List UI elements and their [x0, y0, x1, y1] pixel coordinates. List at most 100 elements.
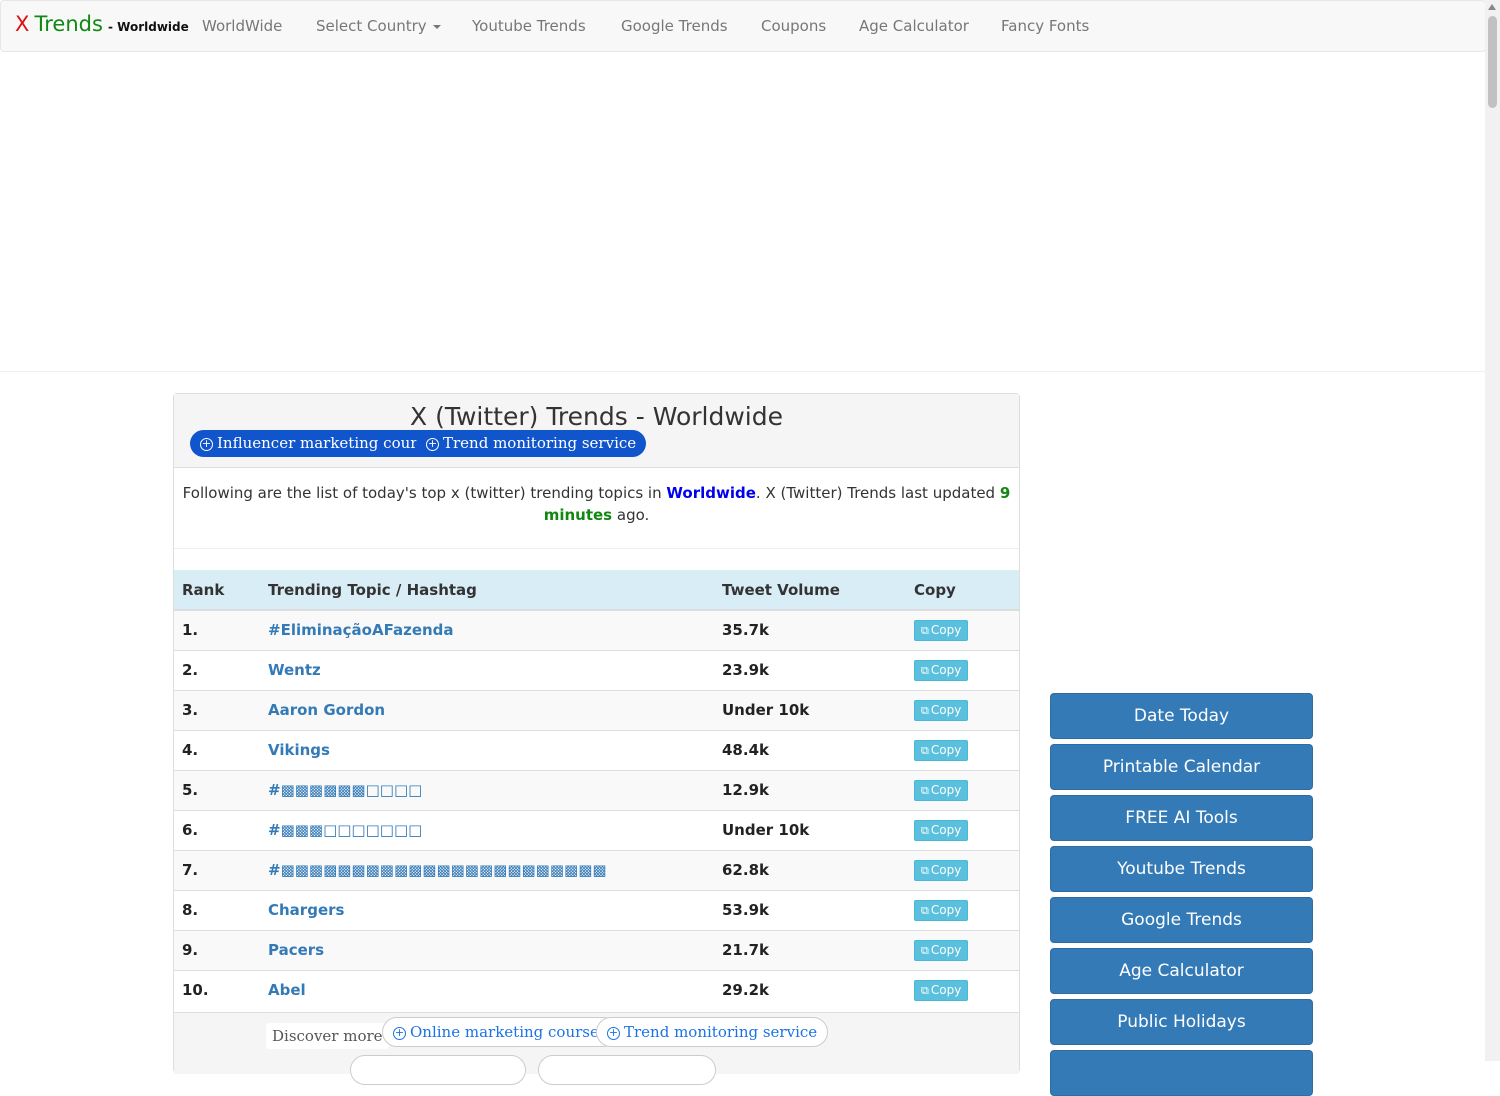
topic-link[interactable]: Wentz [260, 649, 714, 690]
nav-worldwide[interactable]: WorldWide [202, 17, 282, 35]
col-topic: Trending Topic / Hashtag [260, 570, 714, 611]
volume-cell: 53.9k [714, 889, 906, 930]
scroll-up-arrow-icon[interactable] [1488, 4, 1496, 10]
rank-cell: 4. [174, 729, 260, 770]
page-title: X (Twitter) Trends - Worldwide [410, 402, 783, 431]
intro-middle: . X (Twitter) Trends last updated [755, 484, 996, 502]
intro-text: Following are the list of today's top x … [182, 482, 1011, 526]
sidebar-printable-calendar-button[interactable]: Printable Calendar [1050, 744, 1313, 790]
discover-link-more-1[interactable] [350, 1055, 526, 1085]
sidebar-next-button[interactable] [1050, 1050, 1313, 1096]
trends-table-body: 1. #EliminaçãoAFazenda 35.7k ⧉ Copy 2. Wentz 23… [174, 609, 1019, 1010]
copy-cell: ⧉ Copy [906, 649, 1019, 690]
table-row: 6. #▩▩▩□□□□□□□ Under 10k ⧉ Copy [174, 809, 1019, 850]
trends-table: Rank Trending Topic / Hashtag Tweet Volu… [174, 570, 1019, 1010]
influencer-courses-link[interactable]: + Influencer marketing courses [190, 430, 452, 457]
volume-cell: 62.8k [714, 849, 906, 890]
copy-button[interactable]: ⧉ Copy [914, 739, 969, 761]
brand-trends: Trends [34, 12, 103, 36]
nav-google-trends[interactable]: Google Trends [621, 17, 728, 35]
copy-button[interactable]: ⧉ Copy [914, 779, 969, 801]
copy-label: Copy [930, 622, 962, 637]
copy-label: Copy [930, 742, 962, 757]
plus-circle-icon: + [426, 436, 439, 451]
topic-link[interactable]: Aaron Gordon [260, 689, 714, 730]
table-row: 2. Wentz 23.9k ⧉ Copy [174, 649, 1019, 690]
copy-button[interactable]: ⧉ Copy [914, 619, 969, 641]
copy-button[interactable]: ⧉ Copy [914, 979, 969, 1001]
sidebar-youtube-trends-button[interactable]: Youtube Trends [1050, 846, 1313, 892]
topic-link[interactable]: #EliminaçãoAFazenda [260, 609, 714, 650]
copy-cell: ⧉ Copy [906, 849, 1019, 890]
table-row: 7. #▩▩▩▩▩▩▩▩▩▩▩▩▩▩▩▩▩▩▩▩▩▩▩ 62.8k ⧉ Copy [174, 849, 1019, 890]
copy-cell: ⧉ Copy [906, 609, 1019, 650]
copy-cell: ⧉ Copy [906, 889, 1019, 930]
rank-cell: 10. [174, 969, 260, 1010]
brand-x: X [15, 12, 30, 36]
scrollbar-thumb[interactable] [1488, 16, 1497, 108]
nav-coupons[interactable]: Coupons [761, 17, 826, 35]
copy-button[interactable]: ⧉ Copy [914, 659, 969, 681]
sidebar-date-today-button[interactable]: Date Today [1050, 693, 1313, 739]
sidebar-google-trends-button[interactable]: Google Trends [1050, 897, 1313, 943]
discover-trend-monitoring-link[interactable]: + Trend monitoring service [596, 1017, 829, 1047]
copy-button[interactable]: ⧉ Copy [914, 699, 969, 721]
online-marketing-courses-label: Online marketing courses [410, 1023, 607, 1041]
table-row: 9. Pacers 21.7k ⧉ Copy [174, 929, 1019, 970]
copy-button[interactable]: ⧉ Copy [914, 899, 969, 921]
topic-link[interactable]: #▩▩▩▩▩▩□□□□ [260, 769, 714, 810]
nav-youtube-trends[interactable]: Youtube Trends [472, 17, 586, 35]
panel-header: X (Twitter) Trends - Worldwide + Influenc… [174, 394, 1019, 468]
topic-link[interactable]: Abel [260, 969, 714, 1010]
nav-select-country[interactable]: Select Country [316, 17, 441, 35]
online-marketing-courses-link[interactable]: + Online marketing courses [382, 1017, 618, 1047]
sidebar-free-ai-tools-button[interactable]: FREE AI Tools [1050, 795, 1313, 841]
copy-icon: ⧉ [921, 663, 929, 677]
trends-panel: X (Twitter) Trends - Worldwide + Influenc… [173, 393, 1020, 1085]
page-scrollbar[interactable] [1485, 0, 1500, 1061]
copy-icon: ⧉ [921, 783, 929, 797]
brand-logo[interactable]: X Trends - Worldwide [15, 12, 189, 36]
col-copy: Copy [906, 570, 1019, 611]
brand-region: - Worldwide [108, 20, 189, 34]
copy-button[interactable]: ⧉ Copy [914, 939, 969, 961]
topic-link[interactable]: Pacers [260, 929, 714, 970]
rank-cell: 2. [174, 649, 260, 690]
nav-fancy-fonts[interactable]: Fancy Fonts [1001, 17, 1089, 35]
copy-label: Copy [930, 782, 962, 797]
volume-cell: 21.7k [714, 929, 906, 970]
sidebar-age-calculator-button[interactable]: Age Calculator [1050, 948, 1313, 994]
copy-icon: ⧉ [921, 943, 929, 957]
top-navbar: X Trends - Worldwide WorldWide Select Co… [0, 0, 1486, 52]
sidebar-public-holidays-button[interactable]: Public Holidays [1050, 999, 1313, 1045]
copy-label: Copy [930, 942, 962, 957]
topic-link[interactable]: #▩▩▩□□□□□□□ [260, 809, 714, 850]
influencer-courses-label: Influencer marketing courses [217, 434, 442, 452]
copy-icon: ⧉ [921, 743, 929, 757]
volume-cell: 48.4k [714, 729, 906, 770]
copy-icon: ⧉ [921, 983, 929, 997]
topic-link[interactable]: Chargers [260, 889, 714, 930]
intro-location-link[interactable]: Worldwide [666, 484, 756, 502]
rank-cell: 3. [174, 689, 260, 730]
discover-link-more-2[interactable] [538, 1055, 716, 1085]
copy-icon: ⧉ [921, 863, 929, 877]
volume-cell: Under 10k [714, 809, 906, 850]
table-row: 5. #▩▩▩▩▩▩□□□□ 12.9k ⧉ Copy [174, 769, 1019, 810]
topic-link[interactable]: #▩▩▩▩▩▩▩▩▩▩▩▩▩▩▩▩▩▩▩▩▩▩▩ [260, 849, 714, 890]
copy-button[interactable]: ⧉ Copy [914, 859, 969, 881]
table-header-row: Rank Trending Topic / Hashtag Tweet Volu… [174, 570, 1019, 611]
copy-button[interactable]: ⧉ Copy [914, 819, 969, 841]
table-row: 3. Aaron Gordon Under 10k ⧉ Copy [174, 689, 1019, 730]
nav-age-calculator[interactable]: Age Calculator [859, 17, 969, 35]
plus-circle-icon: + [607, 1025, 620, 1040]
copy-icon: ⧉ [921, 623, 929, 637]
copy-icon: ⧉ [921, 703, 929, 717]
volume-cell: 29.2k [714, 969, 906, 1010]
topic-link[interactable]: Vikings [260, 729, 714, 770]
trend-monitoring-link[interactable]: + Trend monitoring service [416, 430, 647, 457]
caret-down-icon [432, 24, 441, 29]
copy-cell: ⧉ Copy [906, 929, 1019, 970]
copy-cell: ⧉ Copy [906, 809, 1019, 850]
intro-suffix: ago. [616, 506, 650, 524]
